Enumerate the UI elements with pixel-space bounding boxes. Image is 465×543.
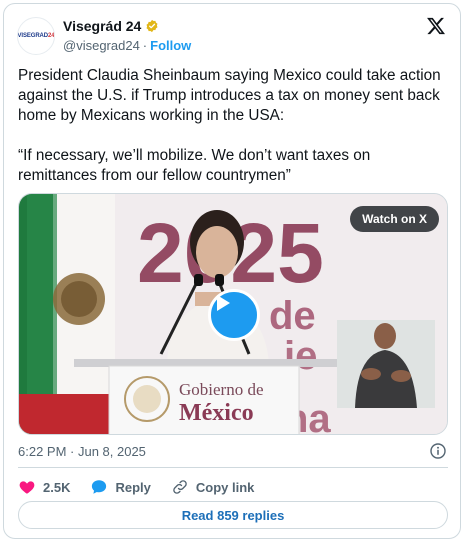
- tweet-paragraph-2: “If necessary, we’ll mobilize. We don’t …: [18, 147, 371, 184]
- heart-icon: [19, 481, 35, 494]
- copy-link-button[interactable]: Copy link: [171, 478, 255, 496]
- like-button[interactable]: 2.5K: [18, 478, 70, 496]
- reply-label: Reply: [115, 479, 151, 495]
- podium-line-2: México: [179, 400, 254, 426]
- reply-bubble-icon: [92, 480, 107, 494]
- tweet-paragraph-1: President Claudia Sheinbaum saying Mexic…: [18, 67, 441, 124]
- tweet-card: VISEGRAD24 Visegrád 24 @visegrad24 · Fol…: [3, 3, 461, 539]
- backdrop-text-de: de: [269, 294, 316, 338]
- gold-verified-badge-icon: [145, 19, 159, 33]
- x-logo-icon[interactable]: [426, 16, 446, 36]
- author-handle-line: @visegrad24 · Follow: [63, 38, 191, 53]
- link-icon: [173, 480, 187, 494]
- author-handle[interactable]: @visegrad24: [63, 38, 140, 53]
- author-display-name[interactable]: Visegrád 24: [63, 18, 141, 34]
- divider: [18, 467, 448, 468]
- tweet-text: President Claudia Sheinbaum saying Mexic…: [18, 66, 448, 186]
- follow-button[interactable]: Follow: [150, 38, 191, 53]
- copy-link-label: Copy link: [195, 479, 255, 495]
- avatar[interactable]: VISEGRAD24: [17, 17, 55, 55]
- tweet-header: VISEGRAD24 Visegrád 24 @visegrad24 · Fol…: [4, 4, 460, 62]
- video-player[interactable]: 2025 de je na Gobierno de México: [18, 193, 448, 435]
- watch-on-x-button[interactable]: Watch on X: [350, 206, 439, 232]
- reply-button[interactable]: Reply: [90, 478, 151, 496]
- author-name-line: Visegrád 24: [63, 18, 159, 34]
- info-icon[interactable]: [430, 443, 446, 459]
- avatar-text: VISEGRAD24: [17, 33, 55, 39]
- read-replies-button[interactable]: Read 859 replies: [18, 501, 448, 529]
- action-bar: 2.5K Reply Copy link: [18, 476, 274, 498]
- separator-dot: ·: [142, 38, 148, 53]
- like-count: 2.5K: [43, 479, 71, 495]
- tweet-timestamp[interactable]: 6:22 PM · Jun 8, 2025: [18, 444, 146, 459]
- play-icon[interactable]: [208, 289, 260, 341]
- podium-line-1: Gobierno de: [179, 380, 264, 399]
